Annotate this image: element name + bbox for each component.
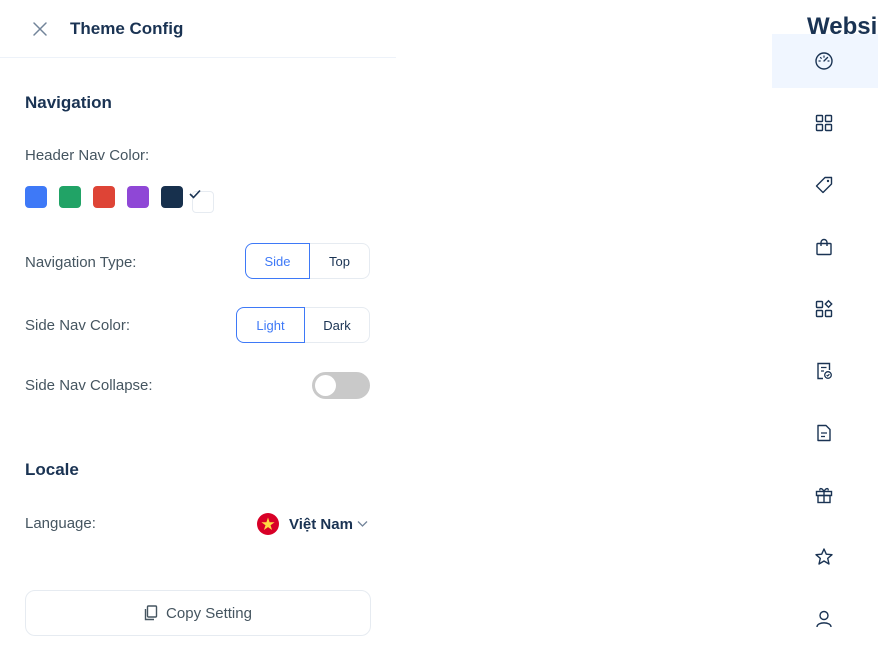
nav-item-shopping-bag[interactable] bbox=[772, 220, 878, 274]
color-swatch-blue[interactable] bbox=[25, 186, 47, 208]
copy-setting-label: Copy Setting bbox=[166, 604, 252, 622]
nav-item-grid[interactable] bbox=[772, 96, 878, 150]
side-nav-color-selector: Light Dark bbox=[236, 307, 370, 343]
side-nav-collapse-label: Side Nav Collapse: bbox=[25, 377, 153, 394]
chevron-down-icon bbox=[357, 515, 368, 533]
nav-item-star[interactable] bbox=[772, 530, 878, 584]
navigation-section-title: Navigation bbox=[25, 93, 112, 112]
color-swatch-purple[interactable] bbox=[127, 186, 149, 208]
side-nav-collapse-toggle[interactable] bbox=[312, 372, 370, 399]
file-text-icon bbox=[817, 424, 831, 442]
language-value: Việt Nam bbox=[289, 515, 353, 533]
tag-icon bbox=[815, 176, 833, 194]
navigation-type-top-button[interactable]: Top bbox=[310, 243, 370, 279]
header-nav-color-label: Header Nav Color: bbox=[25, 147, 150, 164]
nav-item-dashboard[interactable] bbox=[772, 34, 878, 88]
navigation-type-label: Navigation Type: bbox=[25, 254, 137, 271]
grid-icon bbox=[815, 114, 833, 132]
nav-item-apps[interactable] bbox=[772, 282, 878, 336]
user-icon bbox=[816, 610, 832, 628]
copy-icon bbox=[144, 605, 158, 621]
nav-item-tag[interactable] bbox=[772, 158, 878, 212]
order-icon bbox=[817, 362, 832, 380]
navigation-type-side-button[interactable]: Side bbox=[245, 243, 310, 279]
toggle-knob bbox=[315, 375, 336, 396]
check-icon bbox=[189, 186, 201, 204]
color-swatch-green[interactable] bbox=[59, 186, 81, 208]
side-nav bbox=[772, 34, 878, 662]
drawer-title: Theme Config bbox=[70, 18, 184, 38]
nav-item-file[interactable] bbox=[772, 406, 878, 460]
side-nav-color-dark-button[interactable]: Dark bbox=[305, 307, 370, 343]
vietnam-flag-icon bbox=[256, 512, 280, 536]
theme-config-drawer: Theme Config Navigation Header Nav Color… bbox=[0, 0, 396, 662]
nav-item-user[interactable] bbox=[772, 592, 878, 646]
copy-setting-button[interactable]: Copy Setting bbox=[25, 590, 371, 636]
close-icon[interactable] bbox=[32, 21, 48, 37]
nav-item-gift[interactable] bbox=[772, 468, 878, 522]
drawer-header: Theme Config bbox=[0, 0, 396, 58]
side-nav-color-label: Side Nav Color: bbox=[25, 317, 131, 334]
color-swatch-red[interactable] bbox=[93, 186, 115, 208]
navigation-type-selector: Side Top bbox=[245, 243, 370, 279]
apps-icon bbox=[815, 299, 833, 318]
language-selector[interactable]: Việt Nam bbox=[256, 512, 368, 536]
gift-icon bbox=[815, 487, 833, 504]
color-swatch-white[interactable] bbox=[189, 189, 214, 213]
header-nav-color-swatches bbox=[25, 186, 226, 213]
shopping-bag-icon bbox=[816, 238, 832, 256]
side-nav-color-light-button[interactable]: Light bbox=[236, 307, 305, 343]
dashboard-icon bbox=[815, 52, 833, 70]
star-icon bbox=[815, 548, 833, 565]
language-label: Language: bbox=[25, 515, 96, 532]
locale-section-title: Locale bbox=[25, 460, 79, 479]
nav-item-orders[interactable] bbox=[772, 344, 878, 398]
color-swatch-navy[interactable] bbox=[161, 186, 183, 208]
